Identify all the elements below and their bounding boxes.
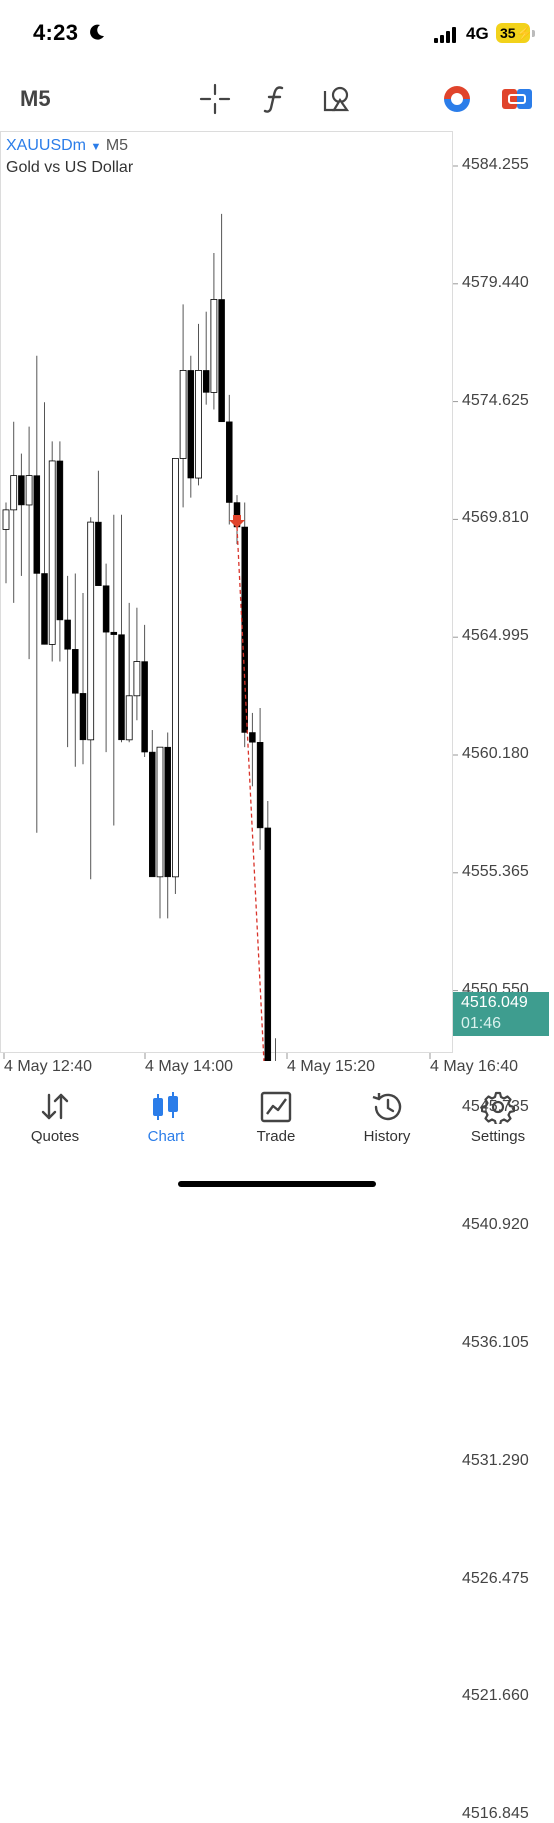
gear-icon xyxy=(481,1091,515,1124)
quotes-arrows-icon xyxy=(41,1093,69,1120)
candle-body xyxy=(95,521,102,586)
candle-body xyxy=(218,299,225,423)
candle-body xyxy=(164,746,171,878)
tab-label: History xyxy=(363,1128,411,1145)
sell-arrow-icon xyxy=(229,514,245,528)
price-label: 4569.810 xyxy=(462,509,529,527)
price-label: 4521.660 xyxy=(462,1687,529,1705)
price-label: 4574.625 xyxy=(462,391,529,409)
candle-body xyxy=(249,732,256,743)
candle-body xyxy=(156,746,164,878)
tab-chart[interactable]: Chart xyxy=(116,1080,216,1160)
candle-body xyxy=(87,521,95,741)
candle-body xyxy=(141,661,148,753)
cellular-signal-icon xyxy=(434,27,456,43)
dropdown-triangle-icon: ▼ xyxy=(90,141,102,153)
candle-body xyxy=(56,460,64,621)
current-price: 4516.049 xyxy=(461,994,528,1011)
battery-tip xyxy=(532,30,535,37)
candlestick-icon xyxy=(153,1092,178,1120)
tab-label: Trade xyxy=(256,1128,296,1145)
network-type: 4G xyxy=(466,24,489,43)
candle-body xyxy=(10,475,18,511)
tab-trade[interactable]: Trade xyxy=(226,1080,326,1160)
trade-chart-icon xyxy=(260,1091,292,1123)
candle-body xyxy=(179,370,187,459)
candle-body xyxy=(210,299,218,393)
tab-settings[interactable]: Settings xyxy=(448,1080,548,1160)
time-label: 4 May 16:40 xyxy=(430,1058,519,1075)
history-clock-icon xyxy=(372,1093,402,1121)
candle-body xyxy=(256,742,264,829)
candle-body xyxy=(187,370,195,479)
candlestick-chart[interactable] xyxy=(0,131,554,1061)
charging-bolt-icon: ⚡ xyxy=(515,25,534,41)
chart-timeframe: M5 xyxy=(105,137,129,154)
home-indicator xyxy=(178,1181,376,1187)
candle-body xyxy=(149,751,156,878)
candle-body xyxy=(171,458,179,878)
candle-body xyxy=(110,631,118,635)
price-label: 4555.365 xyxy=(462,862,529,880)
candle-body xyxy=(72,649,79,694)
objects-shapes-icon[interactable] xyxy=(321,83,353,115)
time-label: 4 May 14:00 xyxy=(145,1058,234,1075)
tab-label: Chart xyxy=(147,1128,185,1145)
candle-body xyxy=(125,695,133,741)
tab-label: Settings xyxy=(470,1128,526,1145)
candle-body xyxy=(102,585,110,633)
candle-body xyxy=(18,475,25,506)
indicators-icon[interactable] xyxy=(260,83,292,115)
current-price-box: 4516.049 01:46 xyxy=(453,992,549,1036)
battery-level: 35 xyxy=(500,25,516,41)
status-bar: 4:23 4G 35⚡ xyxy=(0,0,554,68)
candle-body xyxy=(48,460,56,645)
candle-body xyxy=(241,526,248,733)
tab-history[interactable]: History xyxy=(337,1080,437,1160)
candle-body xyxy=(2,509,10,530)
price-label: 4564.995 xyxy=(462,627,529,645)
sync-trading-icon[interactable] xyxy=(441,83,473,115)
symbol-description: Gold vs US Dollar xyxy=(6,159,134,176)
tab-label: Quotes xyxy=(30,1128,80,1145)
price-label: 4531.290 xyxy=(462,1451,529,1469)
candle-body xyxy=(79,693,87,741)
chart-toolbar: M5 xyxy=(0,72,554,126)
crosshair-icon[interactable] xyxy=(199,83,231,115)
bottom-tab-bar: Quotes Chart Trade History Settings xyxy=(0,1080,554,1160)
timeframe-button[interactable]: M5 xyxy=(20,86,51,112)
candle-body xyxy=(264,827,272,1061)
candle-body xyxy=(25,475,33,506)
candle-body xyxy=(195,370,202,479)
one-click-trading-icon[interactable] xyxy=(501,83,533,115)
price-label: 4560.180 xyxy=(462,745,529,762)
status-time: 4:23 xyxy=(33,20,79,45)
moon-icon xyxy=(90,24,104,40)
time-label: 4 May 12:40 xyxy=(4,1058,93,1075)
price-label: 4540.920 xyxy=(462,1216,529,1234)
time-label: 4 May 15:20 xyxy=(287,1058,376,1075)
price-label: 4526.475 xyxy=(462,1569,529,1587)
candle-body xyxy=(133,661,141,697)
candle-body xyxy=(41,573,48,645)
price-label: 4516.845 xyxy=(462,1805,529,1823)
bar-countdown: 01:46 xyxy=(461,1015,502,1032)
candle-body xyxy=(64,619,71,650)
candle-body xyxy=(226,421,233,503)
symbol-selector[interactable]: XAUUSDm ▼ M5 xyxy=(6,137,128,155)
battery-indicator: 35⚡ xyxy=(496,23,534,43)
candle-body xyxy=(202,370,210,393)
tab-quotes[interactable]: Quotes xyxy=(5,1080,105,1160)
candle-body xyxy=(118,634,125,741)
price-label: 4536.105 xyxy=(462,1334,529,1351)
candle-body xyxy=(33,475,41,574)
symbol-name: XAUUSDm xyxy=(6,137,87,154)
price-label: 4579.440 xyxy=(462,273,529,291)
price-label: 4584.255 xyxy=(462,156,529,173)
